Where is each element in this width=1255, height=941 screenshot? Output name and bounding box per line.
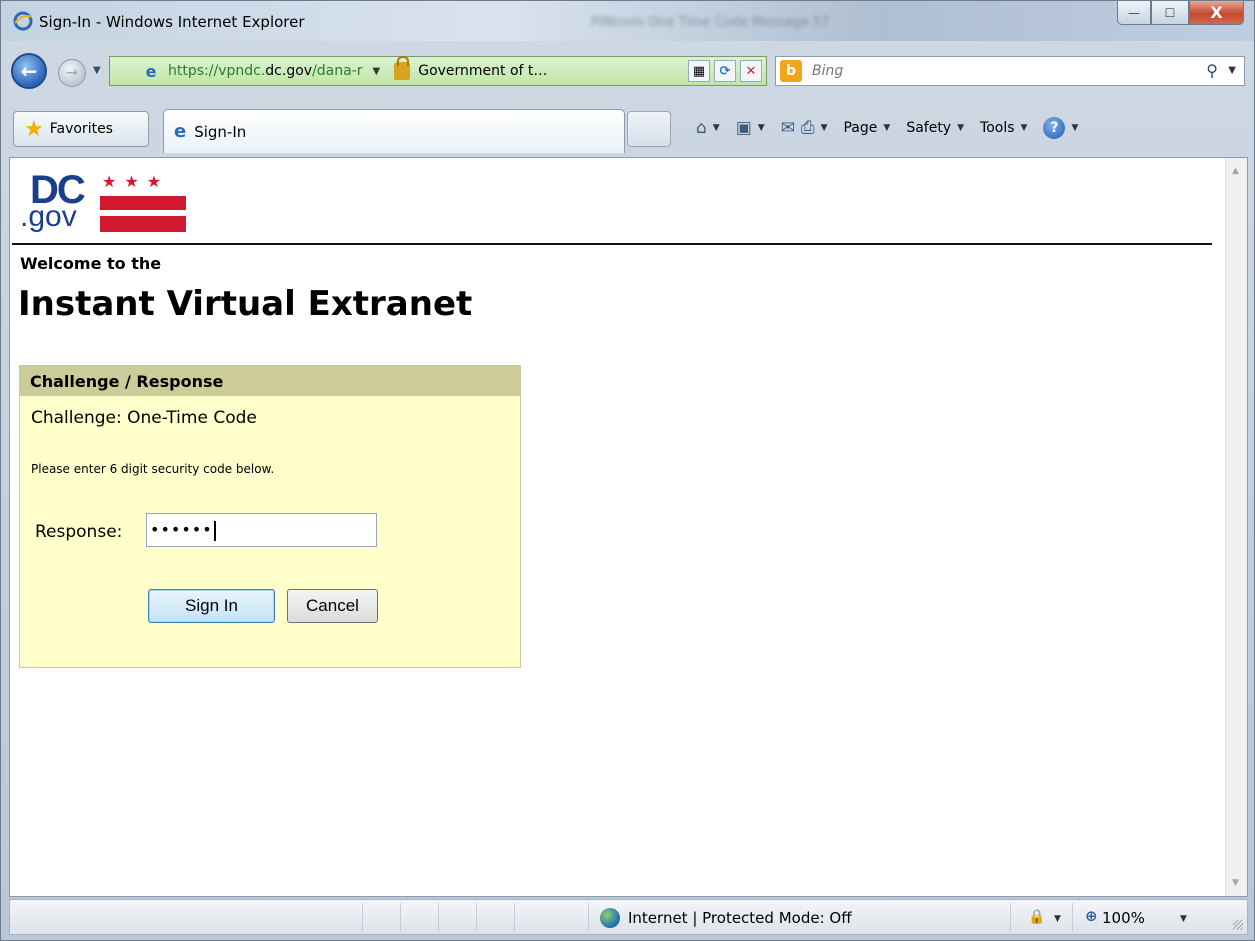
- feeds-dropdown[interactable]: ▼: [758, 123, 765, 133]
- compatibility-view-icon[interactable]: ▦: [688, 60, 710, 82]
- ie-logo-icon: [13, 11, 33, 31]
- new-tab-button[interactable]: [627, 111, 671, 147]
- refresh-icon[interactable]: ⟳: [714, 60, 736, 82]
- response-value: ••••••: [150, 520, 213, 539]
- challenge-response-panel: Challenge / Response Challenge: One-Time…: [19, 365, 521, 668]
- mail-icon[interactable]: ✉: [781, 118, 795, 138]
- scroll-down-icon[interactable]: ▼: [1232, 878, 1239, 888]
- scroll-up-icon[interactable]: ▲: [1232, 166, 1239, 176]
- header-divider: [12, 243, 1212, 245]
- logo-stripe-top: [100, 196, 186, 210]
- status-divider: [400, 903, 401, 931]
- stop-icon[interactable]: ✕: [740, 60, 762, 82]
- search-dropdown[interactable]: ▼: [1228, 65, 1236, 76]
- home-icon[interactable]: ⌂: [696, 118, 707, 138]
- minimize-button[interactable]: —: [1117, 1, 1151, 25]
- logo-gov-text: .gov: [20, 200, 77, 233]
- status-divider: [1010, 903, 1011, 931]
- background-window-title: PINtools One Time Code Message 57: [591, 15, 830, 30]
- status-bar: Internet | Protected Mode: Off 🔒 ▼ ⊕ 100…: [9, 899, 1248, 935]
- challenge-text: Challenge: One-Time Code: [31, 408, 257, 428]
- safety-menu-arrow[interactable]: ▼: [957, 123, 964, 133]
- command-bar: ★ Favorites e Sign-In ⌂ ▼ ▣ ▼ ✉ ⎙ ▼ Page…: [1, 105, 1254, 155]
- history-dropdown[interactable]: ▼: [93, 65, 101, 76]
- protected-mode-icon[interactable]: 🔒: [1028, 909, 1045, 925]
- logo-stripe-bottom: [100, 216, 186, 232]
- title-bar: Sign-In - Windows Internet Explorer PINt…: [1, 1, 1254, 41]
- status-divider: [514, 903, 515, 931]
- certificate-label[interactable]: Government of t…: [418, 63, 547, 79]
- page-title: Instant Virtual Extranet: [18, 284, 473, 324]
- feeds-icon[interactable]: ▣: [736, 118, 752, 138]
- address-dropdown[interactable]: ▼: [373, 66, 381, 77]
- status-divider: [362, 903, 363, 931]
- page-menu-arrow[interactable]: ▼: [883, 123, 890, 133]
- response-label: Response:: [35, 522, 123, 542]
- back-button[interactable]: ←: [11, 53, 47, 89]
- browser-window: Sign-In - Windows Internet Explorer PINt…: [0, 0, 1255, 941]
- forward-arrow-icon: →: [66, 65, 78, 81]
- zoom-dropdown[interactable]: ▼: [1180, 914, 1187, 924]
- address-bar[interactable]: e https://vpndc.dc.gov/dana-r ▼ Governme…: [109, 56, 767, 86]
- status-divider: [588, 903, 589, 931]
- sign-in-button[interactable]: Sign In: [148, 589, 275, 623]
- print-dropdown[interactable]: ▼: [821, 123, 828, 133]
- status-divider: [476, 903, 477, 931]
- page-menu[interactable]: Page: [843, 120, 877, 136]
- window-controls: — ☐ X: [1117, 1, 1244, 25]
- window-title: Sign-In - Windows Internet Explorer: [39, 13, 305, 31]
- forward-button[interactable]: →: [58, 59, 86, 87]
- close-button[interactable]: X: [1189, 1, 1244, 25]
- favorites-star-icon: ★: [24, 116, 44, 142]
- zoom-icon[interactable]: ⊕: [1085, 907, 1098, 925]
- maximize-button[interactable]: ☐: [1151, 1, 1189, 25]
- dc-gov-logo: DC .gov ★★★: [20, 168, 186, 233]
- cancel-button[interactable]: Cancel: [287, 589, 378, 623]
- help-dropdown[interactable]: ▼: [1071, 123, 1078, 133]
- text-cursor: [213, 520, 216, 541]
- navigation-bar: ← → ▼ e https://vpndc.dc.gov/dana-r ▼ Go…: [1, 43, 1254, 101]
- favorites-button[interactable]: ★ Favorites: [13, 111, 149, 147]
- resize-grip[interactable]: [1233, 920, 1243, 930]
- response-input[interactable]: ••••••: [146, 513, 377, 547]
- tab-sign-in[interactable]: e Sign-In: [163, 109, 625, 153]
- address-tools: ▦ ⟳ ✕: [688, 60, 762, 82]
- home-dropdown[interactable]: ▼: [713, 123, 720, 133]
- tab-label: Sign-In: [194, 122, 247, 141]
- print-icon[interactable]: ⎙: [801, 118, 815, 138]
- command-items: ⌂ ▼ ▣ ▼ ✉ ⎙ ▼ Page ▼ Safety ▼ Tools ▼ ? …: [696, 117, 1088, 139]
- panel-header: Challenge / Response: [20, 366, 520, 396]
- globe-icon: [600, 908, 620, 928]
- vertical-scrollbar[interactable]: ▲ ▼: [1225, 158, 1247, 896]
- status-divider: [438, 903, 439, 931]
- status-divider: [1072, 903, 1073, 931]
- help-icon[interactable]: ?: [1043, 117, 1066, 139]
- favorites-label: Favorites: [49, 121, 113, 137]
- back-arrow-icon: ←: [20, 59, 38, 83]
- safety-menu[interactable]: Safety: [906, 120, 951, 136]
- instruction-text: Please enter 6 digit security code below…: [31, 462, 275, 476]
- page-icon: e: [145, 61, 157, 81]
- url-text[interactable]: https://vpndc.dc.gov/dana-r: [168, 63, 363, 79]
- bing-icon: b: [780, 60, 802, 82]
- page-viewport: DC .gov ★★★ Welcome to the Instant Virtu…: [9, 157, 1248, 897]
- tools-menu-arrow[interactable]: ▼: [1021, 123, 1028, 133]
- logo-stars: ★★★: [102, 172, 170, 191]
- tools-menu[interactable]: Tools: [980, 120, 1015, 136]
- welcome-text: Welcome to the: [20, 254, 162, 273]
- search-box[interactable]: b Bing ⚲ ▼: [775, 56, 1245, 86]
- tab-page-icon: e: [174, 121, 187, 142]
- search-placeholder[interactable]: Bing: [812, 63, 843, 79]
- zone-dropdown[interactable]: ▼: [1054, 914, 1061, 924]
- security-zone-text[interactable]: Internet | Protected Mode: Off: [628, 909, 852, 927]
- search-icon[interactable]: ⚲: [1206, 61, 1218, 80]
- lock-icon[interactable]: [394, 56, 411, 80]
- zoom-level[interactable]: 100%: [1102, 909, 1145, 927]
